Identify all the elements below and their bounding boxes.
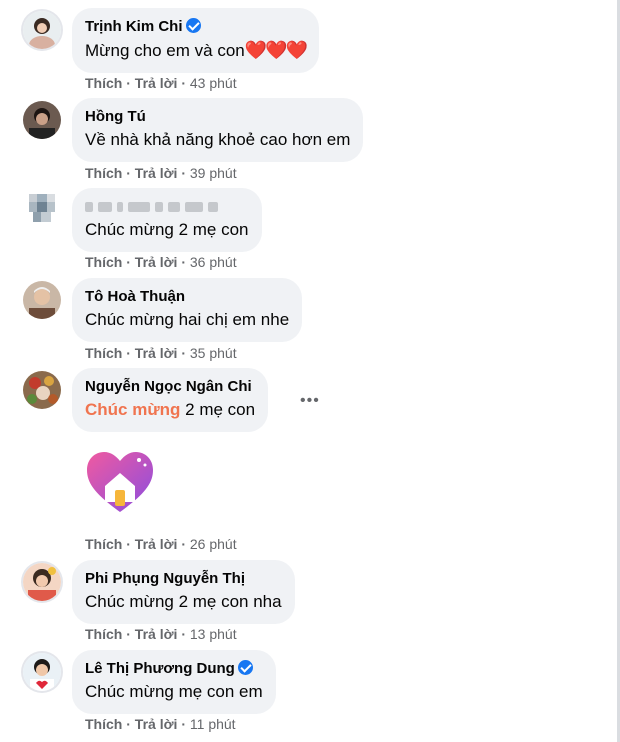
separator: ·: [181, 345, 186, 361]
separator: ·: [181, 75, 186, 91]
more-options-icon[interactable]: •••: [300, 392, 320, 410]
comment-bubble: Phi Phụng Nguyễn Thị Chúc mừng 2 mẹ con …: [72, 560, 295, 624]
verified-badge-icon: [185, 18, 201, 33]
comment-text: Chúc mừng 2 mẹ con: [85, 220, 249, 239]
timestamp[interactable]: 35 phút: [190, 345, 237, 361]
reply-link[interactable]: Trả lời: [135, 254, 178, 270]
separator: ·: [126, 536, 131, 552]
author-name[interactable]: Trịnh Kim Chi: [85, 18, 183, 35]
comment-text: Về nhà khả năng khoẻ cao hơn em: [85, 130, 351, 149]
separator: ·: [126, 254, 131, 270]
separator: ·: [181, 716, 186, 732]
reply-link[interactable]: Trả lời: [135, 345, 178, 361]
comment-text: Mừng cho em và con: [85, 41, 245, 60]
like-link[interactable]: Thích: [85, 165, 122, 181]
comment-actions: Thích · Trả lời · 11 phút: [85, 716, 236, 732]
reply-link[interactable]: Trả lời: [135, 165, 178, 181]
comment-bubble: Lê Thị Phương Dung Chúc mừng mẹ con em: [72, 650, 276, 714]
author-name[interactable]: Nguyễn Ngọc Ngân Chi: [85, 377, 255, 396]
heart-emoji-icon: ❤️❤️❤️: [244, 40, 308, 60]
avatar[interactable]: [23, 101, 61, 139]
comment-text: Chúc mừng 2 mẹ con nha: [85, 592, 282, 611]
comment-bubble: Nguyễn Ngọc Ngân Chi Chúc mừng 2 mẹ con: [72, 368, 269, 432]
comment-actions: Thích · Trả lời · 13 phút: [85, 626, 237, 642]
like-link[interactable]: Thích: [85, 626, 122, 642]
comment-text: Chúc mừng mẹ con em: [85, 682, 263, 701]
avatar[interactable]: [23, 281, 61, 319]
separator: ·: [181, 626, 186, 642]
separator: ·: [181, 536, 186, 552]
like-link[interactable]: Thích: [85, 254, 122, 270]
comment-text: 2 mẹ con: [180, 400, 256, 419]
like-link[interactable]: Thích: [85, 536, 122, 552]
like-link[interactable]: Thích: [85, 716, 122, 732]
comment-actions: Thích · Trả lời · 36 phút: [85, 254, 237, 270]
comment-bubble: Hồng Tú Về nhà khả năng khoẻ cao hơn em: [72, 98, 364, 162]
verified-badge-icon: [237, 660, 253, 675]
avatar-blurred[interactable]: [23, 190, 61, 228]
timestamp[interactable]: 26 phút: [190, 536, 237, 552]
separator: ·: [126, 716, 131, 732]
avatar[interactable]: [23, 653, 61, 691]
reply-link[interactable]: Trả lời: [135, 536, 178, 552]
avatar[interactable]: [23, 563, 61, 601]
timestamp[interactable]: 39 phút: [190, 165, 237, 181]
comment-text: Chúc mừng hai chị em nhe: [85, 310, 290, 329]
author-name[interactable]: Lê Thị Phương Dung: [85, 660, 235, 677]
timestamp[interactable]: 11 phút: [190, 716, 236, 732]
like-link[interactable]: Thích: [85, 345, 122, 361]
separator: ·: [126, 345, 131, 361]
tagged-mention[interactable]: Chúc mừng: [85, 400, 180, 419]
comment-actions: Thích · Trả lời · 35 phút: [85, 345, 237, 361]
comment-bubble: Chúc mừng 2 mẹ con: [72, 188, 262, 252]
reply-link[interactable]: Trả lời: [135, 75, 178, 91]
avatar[interactable]: [23, 371, 61, 409]
timestamp[interactable]: 43 phút: [190, 75, 237, 91]
avatar[interactable]: [23, 11, 61, 49]
timestamp[interactable]: 36 phút: [190, 254, 237, 270]
comment-actions: Thích · Trả lời · 39 phút: [85, 165, 237, 181]
reply-link[interactable]: Trả lời: [135, 626, 178, 642]
author-name-blurred[interactable]: [85, 197, 249, 216]
timestamp[interactable]: 13 phút: [190, 626, 237, 642]
separator: ·: [181, 165, 186, 181]
reply-link[interactable]: Trả lời: [135, 716, 178, 732]
like-link[interactable]: Thích: [85, 75, 122, 91]
comment-actions: Thích · Trả lời · 26 phút: [85, 536, 237, 552]
author-name[interactable]: Phi Phụng Nguyễn Thị: [85, 569, 282, 588]
separator: ·: [126, 75, 131, 91]
house-heart-sticker: [87, 452, 153, 512]
comment-actions: Thích · Trả lời · 43 phút: [85, 75, 237, 91]
author-name[interactable]: Tô Hoà Thuận: [85, 287, 289, 306]
separator: ·: [126, 626, 131, 642]
comment-bubble: Trịnh Kim Chi Mừng cho em và con❤️❤️❤️: [72, 8, 319, 73]
separator: ·: [126, 165, 131, 181]
separator: ·: [181, 254, 186, 270]
comment-bubble: Tô Hoà Thuận Chúc mừng hai chị em nhe: [72, 278, 303, 342]
author-name[interactable]: Hồng Tú: [85, 107, 350, 126]
